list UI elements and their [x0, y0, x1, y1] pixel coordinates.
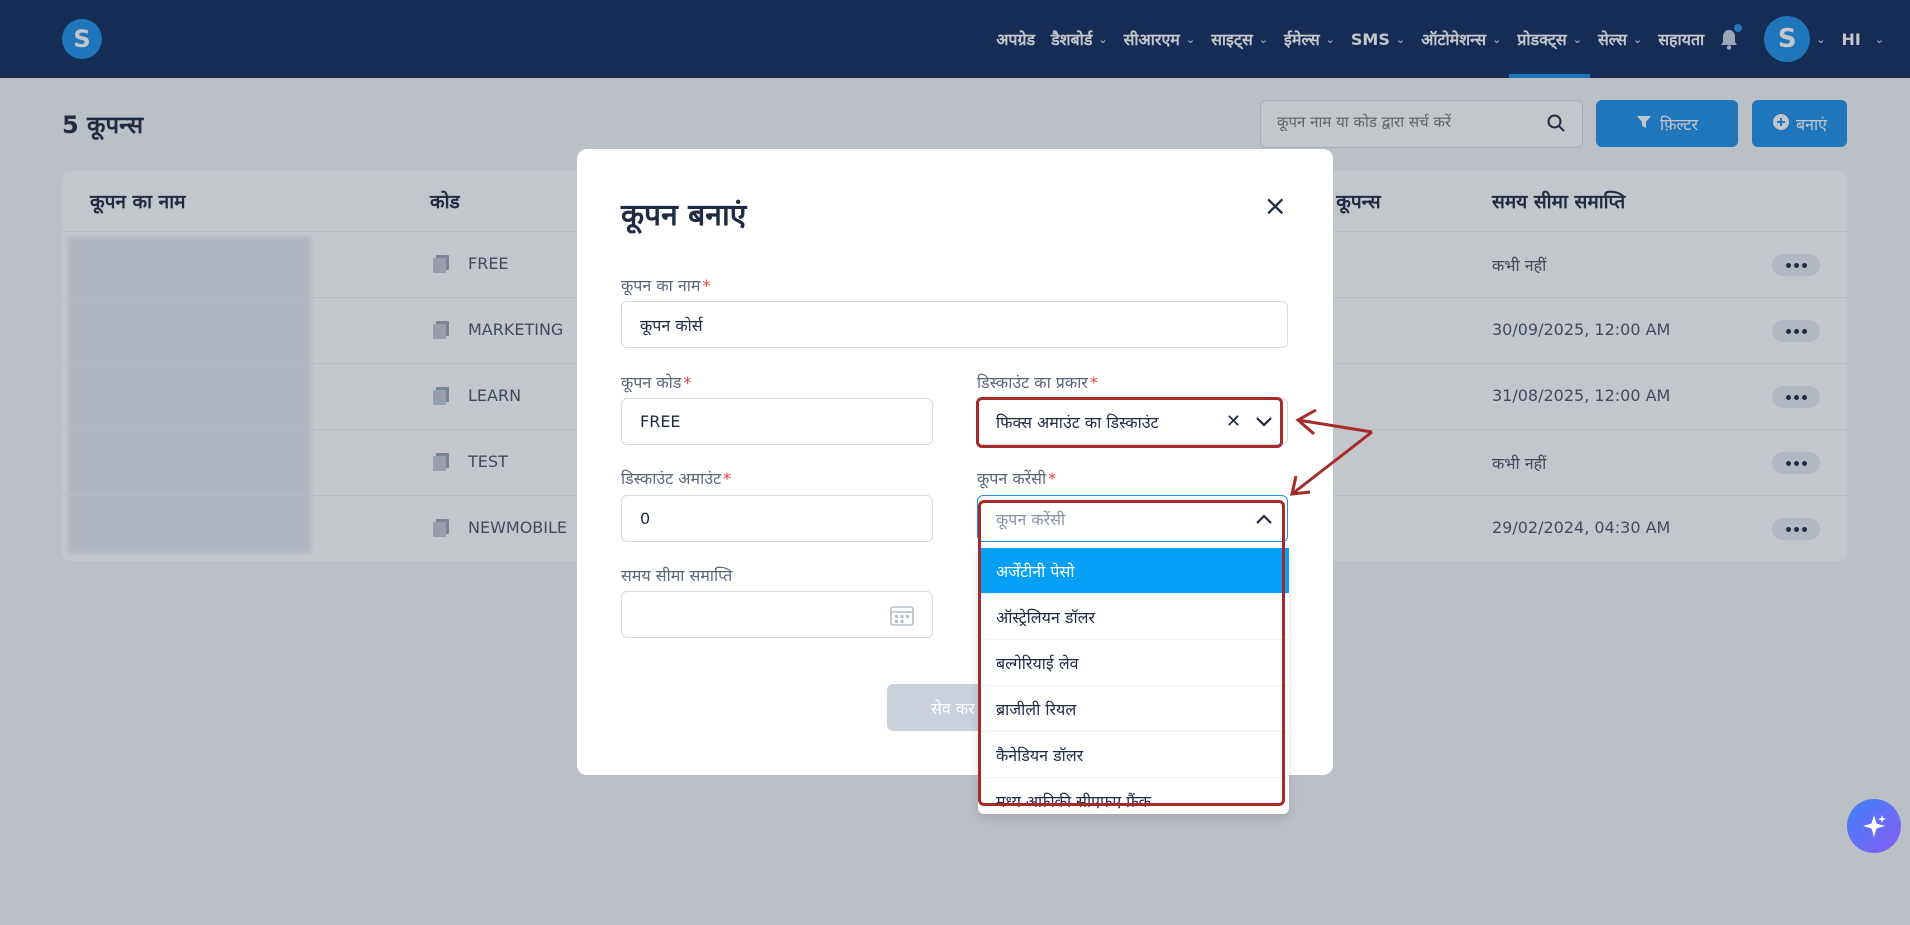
ai-assistant-button[interactable]: [1847, 799, 1901, 853]
annotation-arrows: [1290, 408, 1373, 496]
sparkle-icon: [1863, 815, 1886, 837]
